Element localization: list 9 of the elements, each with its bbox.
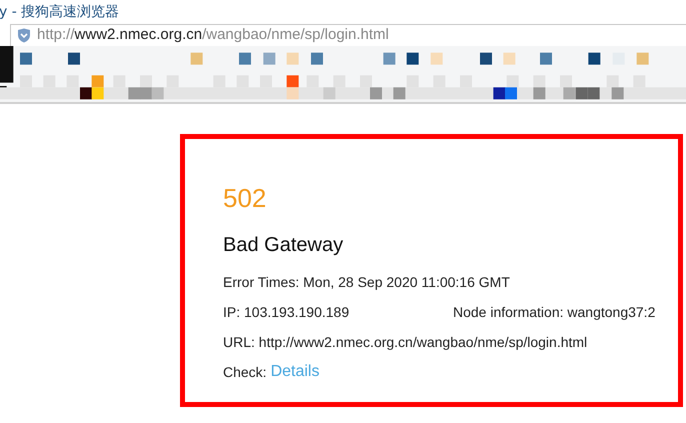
check-label: Check: — [223, 363, 267, 381]
error-time: Error Times: Mon, 28 Sep 2020 11:00:16 GMT — [223, 273, 511, 291]
error-title: Bad Gateway — [223, 233, 344, 257]
shield-icon — [17, 28, 31, 43]
url-text: http://www2.nmec.org.cn/wangbao/nme/sp/login.html — [37, 25, 389, 46]
error-code: 502 — [223, 183, 268, 213]
error-url: URL: http://www2.nmec.org.cn/wangbao/nme/sp/login.html — [223, 333, 588, 351]
ip-address: IP: 103.193.190.189 — [223, 303, 350, 321]
node-information: Node information: wangtong37:2 — [453, 303, 656, 321]
